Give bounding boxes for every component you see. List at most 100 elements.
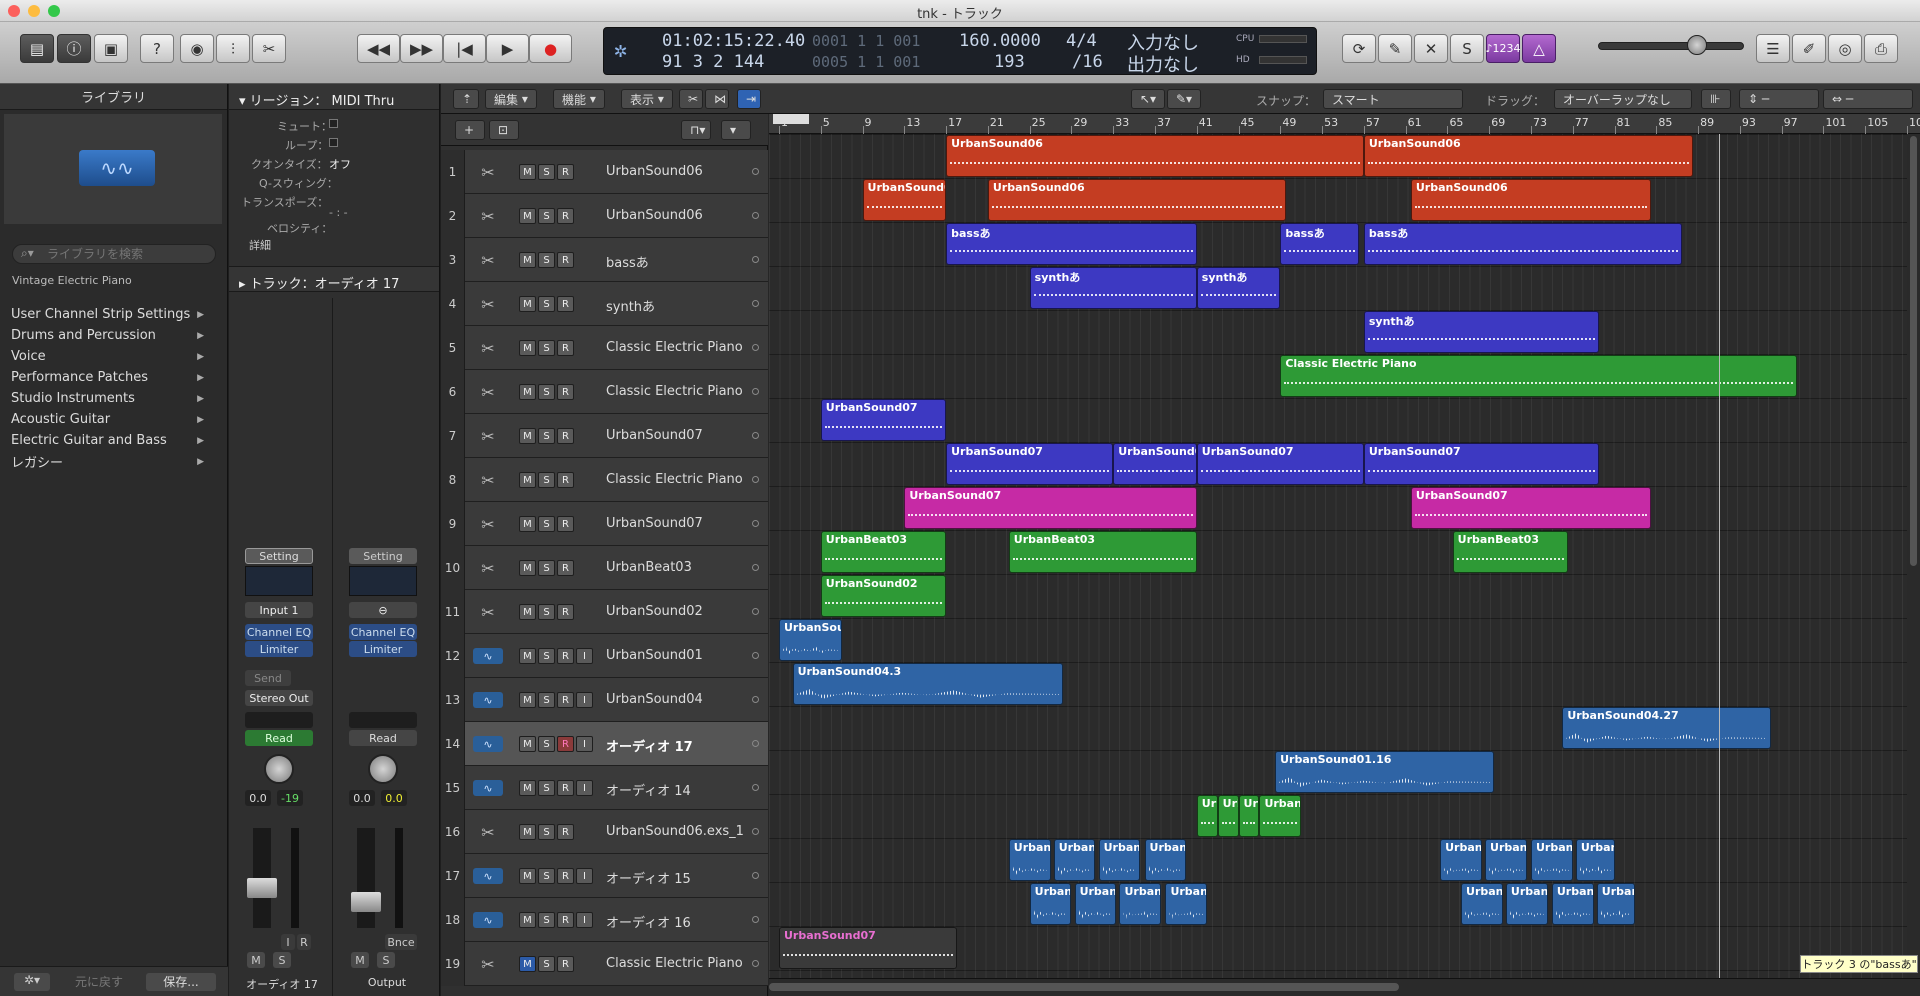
- region[interactable]: bassあ: [946, 223, 1197, 265]
- list-editors-icon[interactable]: ☰: [1756, 34, 1790, 63]
- track-mute-button[interactable]: M: [519, 428, 536, 444]
- setting-button[interactable]: Setting: [349, 548, 417, 564]
- track-solo-button[interactable]: S: [538, 912, 555, 928]
- mute-checkbox[interactable]: [329, 119, 338, 128]
- track-record-button[interactable]: R: [557, 912, 574, 928]
- track-solo-button[interactable]: S: [538, 604, 555, 620]
- track-solo-button[interactable]: S: [538, 956, 555, 972]
- track-record-button[interactable]: R: [557, 208, 574, 224]
- help-icon[interactable]: ?: [140, 34, 174, 63]
- pan-knob[interactable]: [368, 754, 398, 784]
- region[interactable]: UrbanS: [1098, 839, 1141, 881]
- track-solo-button[interactable]: S: [538, 384, 555, 400]
- track-input-monitor-button[interactable]: I: [576, 912, 593, 928]
- region[interactable]: UrbanSound07: [779, 927, 957, 969]
- track-record-button[interactable]: R: [557, 692, 574, 708]
- volume-fader[interactable]: [351, 892, 381, 912]
- track-solo-button[interactable]: S: [538, 780, 555, 796]
- region[interactable]: UrbanSound06: [987, 179, 1286, 221]
- track-input-monitor-button[interactable]: I: [576, 868, 593, 884]
- link-icon[interactable]: ⊖: [349, 602, 417, 618]
- master-volume-knob[interactable]: [1687, 35, 1707, 55]
- track-row[interactable]: 4 ✂ M S Rsynthあ: [441, 282, 768, 326]
- horizontal-scrollbar[interactable]: [769, 978, 1920, 996]
- pencil-tool-icon[interactable]: ✎▾: [1167, 89, 1201, 109]
- browser-icon[interactable]: ⎙: [1864, 34, 1898, 63]
- track-record-button[interactable]: R: [557, 252, 574, 268]
- region[interactable]: Url: [1196, 795, 1218, 837]
- group-slot[interactable]: [349, 712, 417, 728]
- region[interactable]: UrbanS: [1551, 883, 1594, 925]
- track-record-button[interactable]: R: [557, 516, 574, 532]
- notepad-icon[interactable]: ▣: [94, 34, 128, 63]
- track-solo-button[interactable]: S: [538, 296, 555, 312]
- track-input-monitor-button[interactable]: I: [576, 692, 593, 708]
- track-input-monitor-button[interactable]: I: [576, 736, 593, 752]
- region[interactable]: UrbanSound06: [862, 179, 947, 221]
- scissors-icon[interactable]: ✂: [679, 89, 703, 109]
- region[interactable]: UrbanSound04.3: [792, 663, 1064, 705]
- tuner-icon[interactable]: ✎: [1378, 34, 1412, 63]
- region[interactable]: UrbanS: [1259, 795, 1302, 837]
- region[interactable]: Urbanl: [1008, 839, 1051, 881]
- track-row[interactable]: 8 ✂ M S R Classic Electric Piano: [441, 458, 768, 502]
- track-record-button[interactable]: R: [557, 780, 574, 796]
- lcd-display[interactable]: ✲ 01:02:15:22.40 91 3 2 144 0001 1 1 001…: [603, 27, 1317, 76]
- track-row[interactable]: 7 ✂ M S R UrbanSound07: [441, 414, 768, 458]
- region[interactable]: UrbanSound06: [946, 135, 1364, 177]
- flex-icon[interactable]: ⋈: [705, 89, 729, 109]
- region[interactable]: UrbanS: [1074, 883, 1117, 925]
- limiter-slot[interactable]: Limiter: [349, 641, 417, 657]
- track-mute-button[interactable]: M: [519, 780, 536, 796]
- catch-icon[interactable]: ⇥: [737, 89, 761, 109]
- send-slot[interactable]: Send: [245, 670, 291, 686]
- solo-button[interactable]: S: [377, 952, 395, 968]
- track-solo-button[interactable]: S: [538, 648, 555, 664]
- region[interactable]: UrbanS: [1144, 839, 1187, 881]
- drag-select[interactable]: オーバーラップなし: [1554, 89, 1692, 109]
- vertical-zoom-slider[interactable]: ⇕ ─: [1739, 89, 1819, 109]
- region-header[interactable]: ▾ リージョン： MIDI Thru: [229, 84, 439, 110]
- region[interactable]: UrbanSound01.16: [1275, 751, 1495, 793]
- library-search-input[interactable]: [47, 246, 211, 262]
- track-record-button[interactable]: R: [557, 956, 574, 972]
- quantize-value[interactable]: オフ: [329, 156, 351, 172]
- vertical-scrollbar[interactable]: [1907, 134, 1920, 978]
- setting-button[interactable]: Setting: [245, 548, 313, 564]
- up-arrow-icon[interactable]: ⇡: [453, 89, 479, 109]
- mute-button[interactable]: M: [247, 952, 265, 968]
- region[interactable]: UrbanS: [1505, 883, 1548, 925]
- track-row[interactable]: 6 ✂ M S R Classic Electric Piano: [441, 370, 768, 414]
- solo-icon[interactable]: ✕: [1414, 34, 1448, 63]
- track-row[interactable]: 9 ✂ M S R UrbanSound07: [441, 502, 768, 546]
- region[interactable]: UrbanBeat03: [820, 531, 947, 573]
- forward-icon[interactable]: ▶▶: [400, 34, 443, 63]
- library-item[interactable]: Electric Guitar and Bass ▶: [0, 430, 212, 451]
- track-row[interactable]: 2 ✂ M S R UrbanSound06: [441, 194, 768, 238]
- track-mute-button[interactable]: M: [519, 868, 536, 884]
- region[interactable]: bassあ: [1363, 223, 1683, 265]
- track-row[interactable]: 10 ✂ M S R UrbanBeat03: [441, 546, 768, 590]
- library-item[interactable]: User Channel Strip Settings ▶: [0, 304, 212, 325]
- track-mute-button[interactable]: M: [519, 516, 536, 532]
- track-input-monitor-button[interactable]: I: [576, 780, 593, 796]
- solo-button[interactable]: S: [273, 952, 291, 968]
- loop-browser-icon[interactable]: ◎: [1828, 34, 1862, 63]
- add-track-button[interactable]: +: [455, 120, 485, 140]
- output-slot[interactable]: Stereo Out: [245, 690, 313, 706]
- region[interactable]: UrbanSound07: [820, 399, 947, 441]
- region[interactable]: UrbanSound07: [1363, 443, 1599, 485]
- count-in-button[interactable]: ♪1234: [1486, 34, 1521, 63]
- horizontal-scroll-thumb[interactable]: [769, 983, 1399, 991]
- region[interactable]: Url: [1238, 795, 1260, 837]
- track-header[interactable]: ▸ トラック：オーディオ 17: [229, 266, 439, 292]
- library-search[interactable]: ⌕▾: [12, 244, 216, 264]
- track-solo-button[interactable]: S: [538, 164, 555, 180]
- track-mute-button[interactable]: M: [519, 340, 536, 356]
- library-item[interactable]: Performance Patches ▶: [0, 367, 212, 388]
- arrange-grid[interactable]: UrbanSound06 UrbanSound06 UrbanSound06 Urba…: [769, 134, 1907, 978]
- cycle-icon[interactable]: ⟳: [1342, 34, 1376, 63]
- snap-select[interactable]: スマート: [1323, 89, 1463, 109]
- metronome-toggle-icon[interactable]: △: [1522, 34, 1556, 63]
- playhead[interactable]: [1719, 134, 1720, 978]
